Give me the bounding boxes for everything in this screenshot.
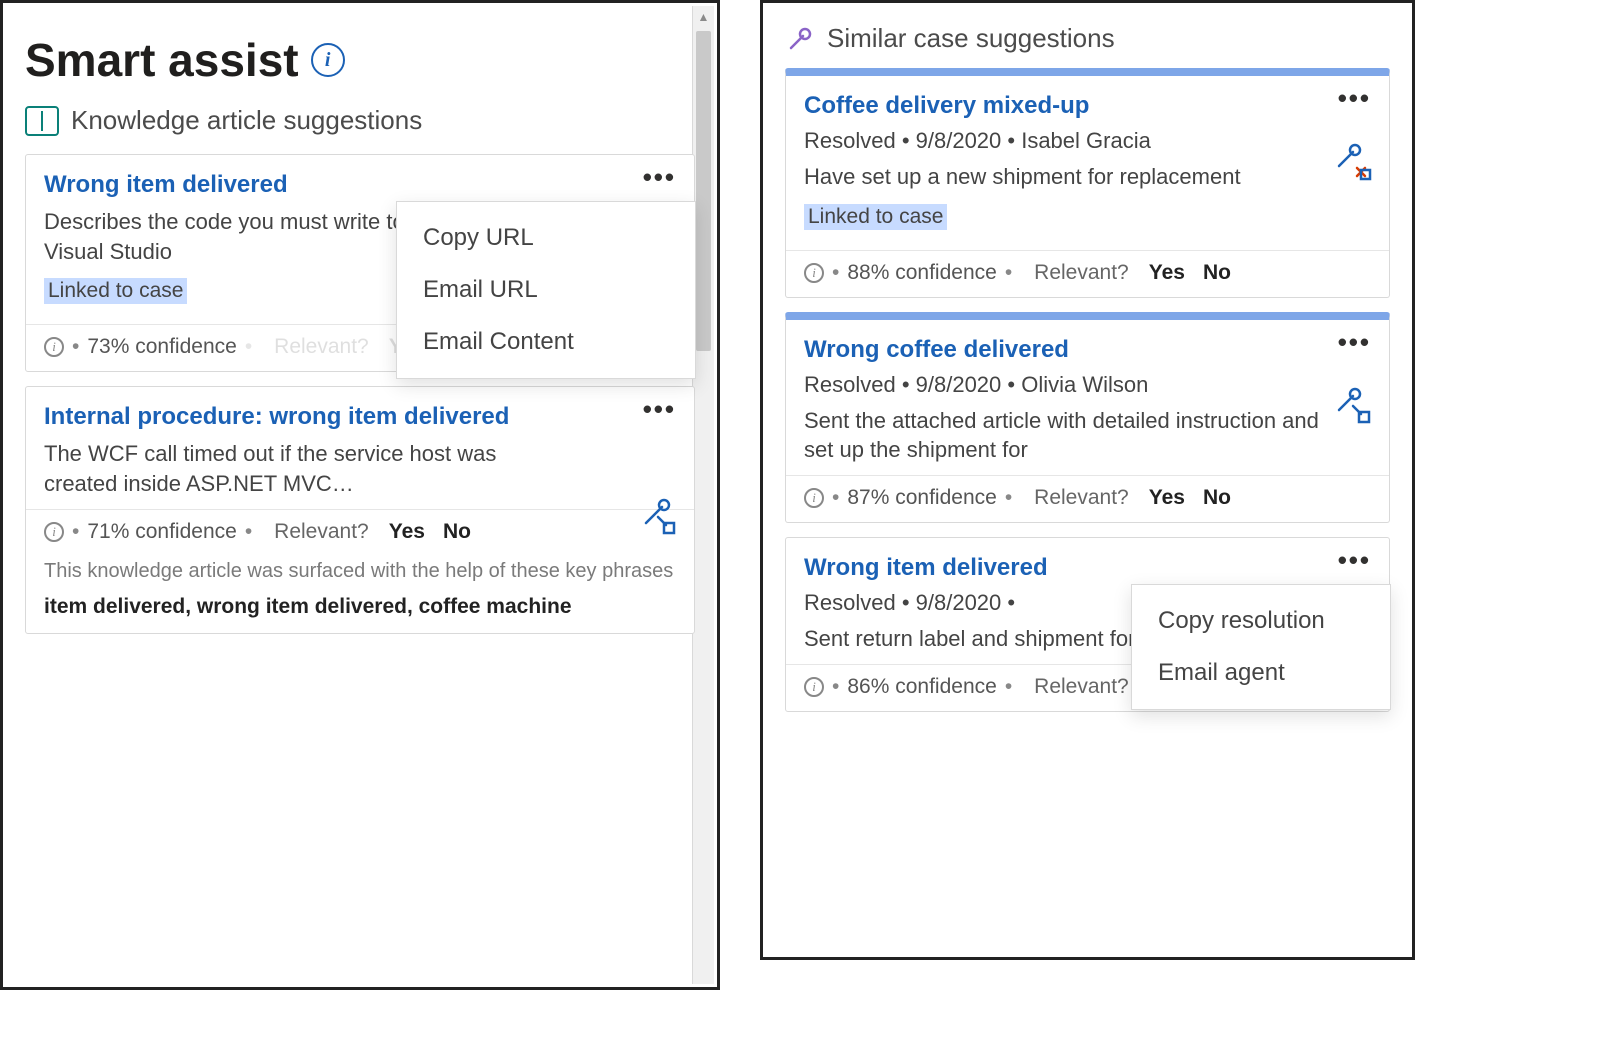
card-description: Have set up a new shipment for replaceme… (804, 162, 1324, 192)
relevant-yes-button[interactable]: Yes (1149, 486, 1185, 510)
menu-email-content[interactable]: Email Content (397, 316, 695, 368)
more-actions-button[interactable]: ••• (1338, 336, 1371, 348)
card-title[interactable]: Coffee delivery mixed-up (804, 92, 1344, 120)
similar-case-card[interactable]: Wrong item delivered ••• Resolved • 9/8/… (785, 537, 1390, 712)
link-wrench-icon (636, 493, 680, 537)
info-small-icon[interactable]: i (44, 337, 64, 357)
similar-cases-panel: Similar case suggestions Coffee delivery… (760, 0, 1415, 960)
card-footer: i • 71% confidence • Relevant? Yes No (44, 520, 676, 544)
bullet: • (72, 520, 79, 544)
more-actions-button[interactable]: ••• (643, 403, 676, 415)
more-actions-button[interactable]: ••• (643, 171, 676, 183)
menu-email-url[interactable]: Email URL (397, 264, 695, 316)
similar-case-card[interactable]: Wrong coffee delivered ••• Resolved • 9/… (785, 312, 1390, 523)
page-title-text: Smart assist (25, 33, 299, 87)
card-footer: i • 88% confidence • Relevant? Yes No (804, 261, 1371, 285)
divider (786, 250, 1389, 251)
card-meta: Resolved • 9/8/2020 • Isabel Gracia (804, 128, 1324, 154)
book-icon (25, 106, 59, 136)
similar-section-label: Similar case suggestions (827, 23, 1115, 54)
card-footer: i • 87% confidence • Relevant? Yes No (804, 486, 1371, 510)
card-meta: Resolved • 9/8/2020 • Olivia Wilson (804, 372, 1324, 398)
card-title[interactable]: Wrong item delivered (804, 554, 1344, 582)
info-small-icon[interactable]: i (804, 263, 824, 283)
card-description: The WCF call timed out if the service ho… (44, 439, 564, 498)
scroll-up-icon[interactable]: ▲ (693, 6, 714, 28)
relevant-no-button[interactable]: No (1203, 261, 1231, 285)
knowledge-card[interactable]: Wrong item delivered ••• Describes the c… (25, 154, 695, 372)
bullet: • (832, 261, 839, 285)
relevant-yes-button[interactable]: Yes (389, 520, 425, 544)
page-title: Smart assist i (25, 33, 695, 87)
knowledge-card[interactable]: Internal procedure: wrong item delivered… (25, 386, 695, 634)
relevant-no-button[interactable]: No (443, 520, 471, 544)
linked-to-case-chip: Linked to case (804, 204, 947, 230)
card-title[interactable]: Internal procedure: wrong item delivered (44, 403, 584, 431)
confidence-label: 87% confidence (847, 486, 996, 510)
bullet: • (245, 520, 252, 544)
menu-email-agent[interactable]: Email agent (1132, 647, 1390, 699)
card-title[interactable]: Wrong coffee delivered (804, 336, 1344, 364)
link-wrench-icon[interactable] (1331, 382, 1375, 426)
menu-copy-resolution[interactable]: Copy resolution (1132, 595, 1390, 647)
relevant-label: Relevant? (1034, 675, 1129, 699)
knowledge-section-header: Knowledge article suggestions (25, 105, 695, 136)
info-small-icon[interactable]: i (804, 488, 824, 508)
bullet: • (832, 486, 839, 510)
bullet: • (72, 335, 79, 359)
confidence-label: 73% confidence (87, 335, 236, 359)
relevant-label: Relevant? (1034, 261, 1129, 285)
confidence-label: 88% confidence (847, 261, 996, 285)
relevant-label: Relevant? (274, 520, 369, 544)
card-title[interactable]: Wrong item delivered (44, 171, 584, 199)
linked-to-case-chip: Linked to case (44, 278, 187, 304)
divider (786, 475, 1389, 476)
unlink-wrench-icon[interactable] (1331, 138, 1375, 182)
knowledge-section-label: Knowledge article suggestions (71, 105, 422, 136)
relevant-yes-button[interactable]: Yes (1149, 261, 1185, 285)
key-phrases: item delivered, wrong item delivered, co… (44, 593, 676, 621)
info-small-icon[interactable]: i (44, 522, 64, 542)
card-description: Sent the attached article with detailed … (804, 406, 1324, 465)
info-icon[interactable]: i (311, 43, 345, 77)
wrench-icon (785, 24, 815, 54)
confidence-label: 86% confidence (847, 675, 996, 699)
scrollbar[interactable]: ▲ (692, 6, 714, 984)
similar-case-card[interactable]: Coffee delivery mixed-up ••• Resolved • … (785, 68, 1390, 298)
more-actions-button[interactable]: ••• (1338, 92, 1371, 104)
card-actions-menu[interactable]: Copy resolution Email agent (1131, 584, 1391, 710)
bullet: • (832, 675, 839, 699)
similar-section-header: Similar case suggestions (785, 23, 1390, 54)
relevant-no-button[interactable]: No (1203, 486, 1231, 510)
explain-text: This knowledge article was surfaced with… (44, 558, 676, 585)
smart-assist-panel: ▲ Smart assist i Knowledge article sugge… (0, 0, 720, 990)
bullet: • (1005, 261, 1012, 285)
info-small-icon[interactable]: i (804, 677, 824, 697)
menu-copy-url[interactable]: Copy URL (397, 212, 695, 264)
scroll-thumb[interactable] (696, 31, 711, 351)
bullet: • (245, 335, 252, 359)
bullet: • (1005, 675, 1012, 699)
card-actions-menu[interactable]: Copy URL Email URL Email Content (396, 201, 696, 379)
more-actions-button[interactable]: ••• (1338, 554, 1371, 566)
bullet: • (1005, 486, 1012, 510)
divider (26, 509, 694, 510)
confidence-label: 71% confidence (87, 520, 236, 544)
relevant-label: Relevant? (274, 335, 369, 359)
relevant-label: Relevant? (1034, 486, 1129, 510)
